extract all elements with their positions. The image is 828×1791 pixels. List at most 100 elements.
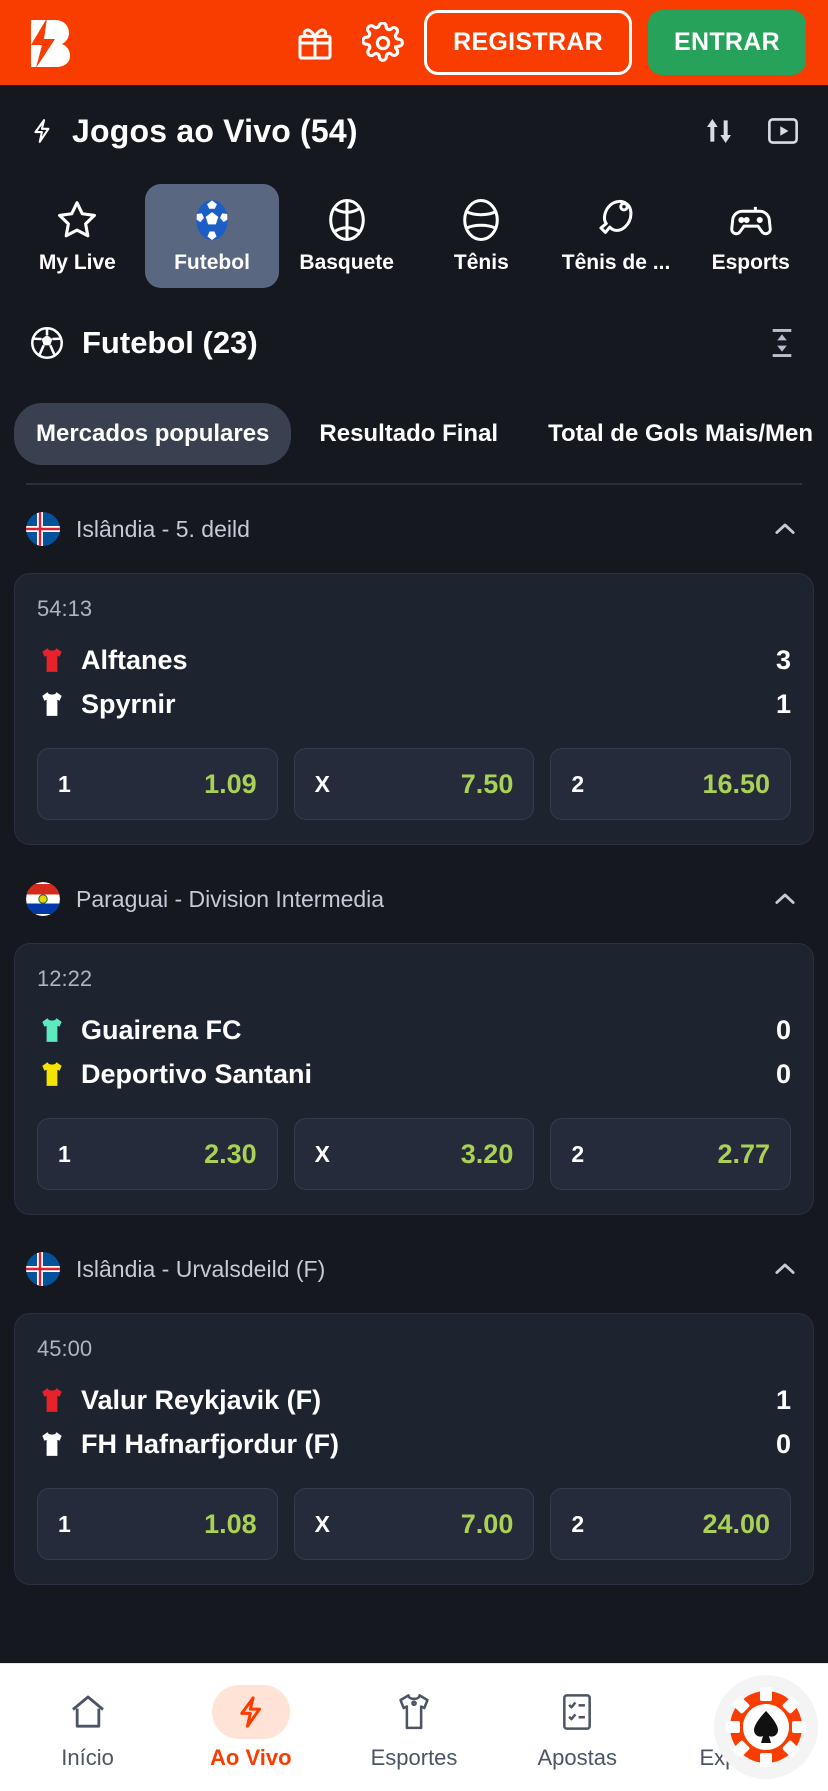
register-button[interactable]: REGISTRAR <box>424 10 633 75</box>
login-button[interactable]: ENTRAR <box>648 10 806 75</box>
iceland-flag-icon <box>26 1252 60 1286</box>
odd-value: 2.77 <box>717 1138 771 1169</box>
match-time: 12:22 <box>37 966 93 991</box>
league-header-row[interactable]: Paraguai - Division Intermedia <box>14 855 814 943</box>
odds-row: 1 1.08 X 7.00 2 24.00 <box>37 1488 792 1560</box>
chevron-up-icon[interactable] <box>768 882 802 916</box>
collapse-all-icon[interactable] <box>762 323 802 363</box>
league-name: Islândia - 5. deild <box>76 515 250 542</box>
match-card[interactable]: 45:00 Valur Reykjavik (F) 1 FH Hafnarfjo… <box>14 1313 814 1585</box>
team-name: Deportivo Santani <box>81 1058 313 1089</box>
jersey-icon <box>375 1685 453 1739</box>
video-stream-icon[interactable] <box>764 112 802 150</box>
odd-value: 16.50 <box>702 768 771 799</box>
iceland-flag-icon <box>26 512 60 546</box>
sort-arrows-icon[interactable] <box>700 112 738 150</box>
odd-button-draw[interactable]: X 3.20 <box>293 1118 535 1190</box>
odd-label: 2 <box>571 770 585 797</box>
bet-slip-icon <box>538 1685 616 1739</box>
table-tennis-icon <box>594 197 638 243</box>
odds-row: 1 2.30 X 3.20 2 2.77 <box>37 1118 792 1190</box>
sport-tab-futebol[interactable]: Futebol <box>144 184 280 288</box>
league-header-row[interactable]: Islândia - 5. deild <box>14 485 814 573</box>
odd-value: 1.08 <box>204 1508 257 1539</box>
team-name: Alftanes <box>81 644 188 675</box>
bottom-navigation-bar: Início Ao Vivo Esportes Apostas <box>0 1663 828 1791</box>
market-tab-total-de-gols[interactable]: Total de Gols Mais/Men <box>526 403 828 465</box>
team-score: 0 <box>775 1014 791 1045</box>
nav-item-ao-vivo[interactable]: Ao Vivo <box>169 1684 332 1771</box>
gear-icon[interactable] <box>356 16 410 70</box>
nav-item-esportes[interactable]: Esportes <box>332 1685 495 1771</box>
home-team-row: Guairena FC 0 <box>37 1008 791 1052</box>
league-name: Islândia - Urvalsdeild (F) <box>76 1255 326 1282</box>
odd-button-away[interactable]: 2 24.00 <box>550 1488 792 1560</box>
nav-label: Apostas <box>537 1744 617 1770</box>
odd-value: 2.30 <box>204 1138 257 1169</box>
odd-value: 1.09 <box>204 768 257 799</box>
odd-button-away[interactable]: 2 16.50 <box>550 748 792 820</box>
sport-tab-my-live[interactable]: My Live <box>10 184 145 288</box>
tennis-ball-icon <box>459 197 503 243</box>
top-header-bar: REGISTRAR ENTRAR <box>0 0 828 85</box>
jersey-icon <box>37 1386 67 1414</box>
odd-button-draw[interactable]: X 7.00 <box>293 1488 535 1560</box>
odd-label: X <box>314 1510 331 1537</box>
odd-button-draw[interactable]: X 7.50 <box>293 748 535 820</box>
sport-tab-label: My Live <box>38 251 116 274</box>
sport-tab-label: Esports <box>711 251 790 274</box>
odd-value: 7.50 <box>460 768 514 799</box>
chevron-up-icon[interactable] <box>768 1252 802 1286</box>
match-time: 54:13 <box>37 596 93 621</box>
brand-b-bolt-logo[interactable] <box>22 17 74 69</box>
odd-button-away[interactable]: 2 2.77 <box>550 1118 792 1190</box>
odd-label: 1 <box>58 1510 71 1537</box>
nav-item-inicio[interactable]: Início <box>6 1685 169 1771</box>
away-team-row: FH Hafnarfjordur (F) 0 <box>37 1422 791 1466</box>
odd-label: X <box>314 770 331 797</box>
odd-label: 1 <box>58 1140 71 1167</box>
odd-label: X <box>314 1140 331 1167</box>
league-name: Paraguai - Division Intermedia <box>76 885 385 912</box>
nav-label: Início <box>61 1744 114 1770</box>
match-card[interactable]: 12:22 Guairena FC 0 Deportivo Santani 0 … <box>14 943 814 1215</box>
jersey-icon <box>37 690 67 718</box>
odd-button-home[interactable]: 1 1.09 <box>37 748 278 820</box>
gamepad-icon <box>728 197 774 243</box>
live-matches-list[interactable]: Islândia - 5. deild 54:13 Alftanes 3 Spy… <box>0 485 828 1663</box>
jersey-icon <box>37 646 67 674</box>
odd-button-home[interactable]: 1 1.08 <box>37 1488 278 1560</box>
sport-tab-label: Tênis <box>453 251 509 274</box>
away-team-row: Spyrnir 1 <box>37 682 791 726</box>
market-tab-mercados-populares[interactable]: Mercados populares <box>14 403 292 465</box>
soccer-ball-icon <box>26 324 68 362</box>
nav-item-apostas[interactable]: Apostas <box>496 1685 659 1771</box>
nav-label: Esportes <box>370 1744 458 1770</box>
team-name: Spyrnir <box>81 688 176 719</box>
sport-tab-tenis-de-mesa[interactable]: Tênis de ... <box>549 184 684 288</box>
page-title: Jogos ao Vivo (54) <box>72 112 358 149</box>
jersey-icon <box>37 1016 67 1044</box>
live-header-actions <box>700 112 802 150</box>
team-score: 3 <box>775 644 791 675</box>
market-tab-resultado-final[interactable]: Resultado Final <box>297 403 520 465</box>
basketball-icon <box>325 197 369 243</box>
jersey-icon <box>37 1060 67 1088</box>
sport-tab-esports[interactable]: Esports <box>683 184 818 288</box>
chevron-up-icon[interactable] <box>768 512 802 546</box>
sport-tab-label: Tênis de ... <box>561 251 671 274</box>
sport-category-tabs: My Live Futebol Basquete Tênis Tênis de … <box>0 177 828 295</box>
home-team-row: Valur Reykjavik (F) 1 <box>37 1378 791 1422</box>
match-card[interactable]: 54:13 Alftanes 3 Spyrnir 1 1 1.09 X 7.50… <box>14 573 814 845</box>
team-name: FH Hafnarfjordur (F) <box>81 1428 339 1459</box>
sport-tab-tenis[interactable]: Tênis <box>414 184 549 288</box>
gift-icon[interactable] <box>288 16 342 70</box>
sport-tab-basquete[interactable]: Basquete <box>279 184 414 288</box>
league-header-row[interactable]: Islândia - Urvalsdeild (F) <box>14 1225 814 1313</box>
section-title: Futebol (23) <box>82 325 258 360</box>
odd-button-home[interactable]: 1 2.30 <box>37 1118 278 1190</box>
jersey-icon <box>37 1430 67 1458</box>
team-score: 1 <box>775 688 791 719</box>
casino-chip-icon[interactable] <box>714 1675 818 1779</box>
odd-value: 3.20 <box>460 1138 514 1169</box>
